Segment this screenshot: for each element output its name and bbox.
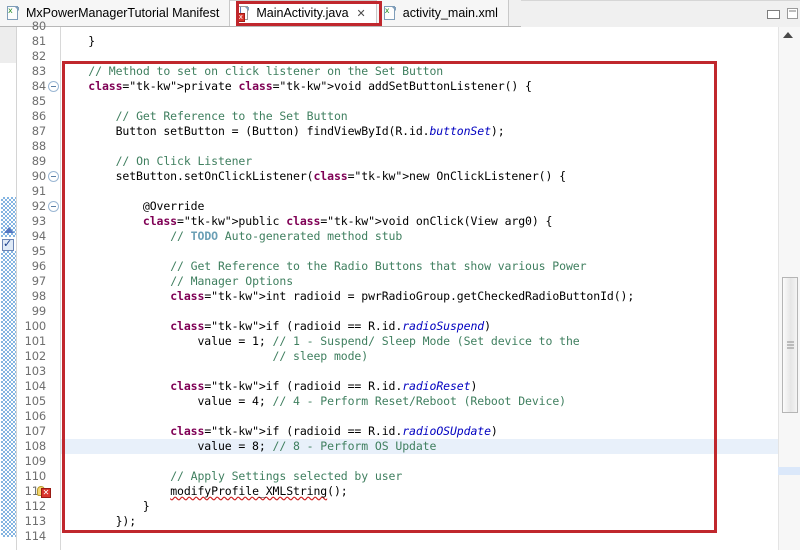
line-number: 101 bbox=[25, 334, 46, 349]
line-number: 106 bbox=[25, 409, 46, 424]
line-number: 83 bbox=[32, 64, 46, 79]
tab-activity-main-label: activity_main.xml bbox=[403, 7, 498, 20]
line-number: 96 bbox=[32, 259, 46, 274]
code-line[interactable]: @Override bbox=[61, 199, 204, 214]
line-number: 93 bbox=[32, 214, 46, 229]
line-number: 88 bbox=[32, 139, 46, 154]
line-number: 100 bbox=[25, 319, 46, 334]
code-line[interactable]: // Get Reference to the Set Button bbox=[61, 109, 348, 124]
line-number: 85 bbox=[32, 94, 46, 109]
line-number: 97 bbox=[32, 274, 46, 289]
overview-ruler-highlight-mark[interactable] bbox=[778, 467, 800, 475]
code-line[interactable]: class="tk-kw">public class="tk-kw">void … bbox=[61, 214, 552, 229]
code-line[interactable]: class="tk-kw">private class="tk-kw">void… bbox=[61, 79, 532, 94]
quick-diff-triangle-icon[interactable] bbox=[1, 223, 16, 237]
ruler-occurrence-band bbox=[1, 511, 16, 537]
code-line[interactable]: class="tk-kw">if (radioid == R.id.radioO… bbox=[61, 424, 498, 439]
line-number: 84 bbox=[32, 79, 46, 94]
error-x-icon: ✕ bbox=[41, 488, 51, 498]
error-marker-icon[interactable]: ✕ bbox=[37, 485, 53, 499]
code-line[interactable]: // Method to set on click listener on th… bbox=[61, 64, 443, 79]
code-line[interactable]: value = 8; // 8 - Perform OS Update bbox=[61, 439, 436, 454]
tab-manifest-label: MxPowerManagerTutorial Manifest bbox=[26, 7, 219, 20]
code-line[interactable]: class="tk-kw">if (radioid == R.id.radioR… bbox=[61, 379, 477, 394]
line-number: 87 bbox=[32, 124, 46, 139]
code-line[interactable]: value = 1; // 1 - Suspend/ Sleep Mode (S… bbox=[61, 334, 580, 349]
editor-tab-bar: x MxPowerManagerTutorial Manifest J x Ma… bbox=[0, 0, 800, 27]
code-line[interactable]: class="tk-kw">int radioid = pwrRadioGrou… bbox=[61, 289, 634, 304]
code-line[interactable]: // On Click Listener bbox=[61, 154, 252, 169]
line-number: 107 bbox=[25, 424, 46, 439]
scrollbar-grip-icon bbox=[787, 342, 794, 349]
vertical-scrollbar[interactable] bbox=[778, 27, 800, 550]
fold-collapse-icon[interactable] bbox=[48, 201, 59, 212]
maximize-icon[interactable] bbox=[787, 8, 798, 19]
line-number: 91 bbox=[32, 184, 46, 199]
annotation-ruler[interactable]: ✓ bbox=[0, 27, 17, 550]
tab-strip: x MxPowerManagerTutorial Manifest J x Ma… bbox=[0, 0, 509, 26]
window-controls bbox=[767, 0, 800, 26]
code-line[interactable]: // Get Reference to the Radio Buttons th… bbox=[61, 259, 586, 274]
line-number: 81 bbox=[32, 34, 46, 49]
line-number: 89 bbox=[32, 154, 46, 169]
line-number: 112 bbox=[25, 499, 46, 514]
code-line[interactable]: // TODO Auto-generated method stub bbox=[61, 229, 402, 244]
line-number: 94 bbox=[32, 229, 46, 244]
line-number: 86 bbox=[32, 109, 46, 124]
tab-mainactivity-java[interactable]: J x MainActivity.java ✕ bbox=[230, 0, 376, 26]
line-number: 99 bbox=[32, 304, 46, 319]
xml-file-icon: x bbox=[7, 6, 20, 21]
code-text-area[interactable]: } // Method to set on click listener on … bbox=[61, 27, 778, 550]
line-number: 114 bbox=[25, 529, 46, 544]
scrollbar-thumb[interactable] bbox=[782, 277, 798, 413]
line-number-ruler: 8081828384858687888990919293949596979899… bbox=[17, 27, 61, 550]
line-number: 82 bbox=[32, 49, 46, 64]
ruler-top-spacer bbox=[0, 27, 16, 63]
code-line[interactable]: Button setButton = (Button) findViewById… bbox=[61, 124, 505, 139]
code-line[interactable]: class="tk-kw">if (radioid == R.id.radioS… bbox=[61, 319, 491, 334]
code-line[interactable]: modifyProfile_XMLString(); bbox=[61, 484, 348, 499]
line-number: 90 bbox=[32, 169, 46, 184]
line-number: 98 bbox=[32, 289, 46, 304]
eclipse-editor-window: x MxPowerManagerTutorial Manifest J x Ma… bbox=[0, 0, 800, 550]
code-line[interactable]: // Manager Options bbox=[61, 274, 293, 289]
line-number: 105 bbox=[25, 394, 46, 409]
java-code-editor[interactable]: ✓ 80818283848586878889909192939495969798… bbox=[0, 27, 800, 550]
task-checkbox-icon[interactable]: ✓ bbox=[1, 238, 16, 252]
line-number: 113 bbox=[25, 514, 46, 529]
code-line[interactable]: } bbox=[61, 499, 150, 514]
ruler-occurrence-band bbox=[1, 251, 16, 511]
line-number: 95 bbox=[32, 244, 46, 259]
line-number: 103 bbox=[25, 364, 46, 379]
code-line[interactable]: // Apply Settings selected by user bbox=[61, 469, 402, 484]
tab-activity-main-xml[interactable]: x activity_main.xml bbox=[377, 0, 509, 26]
code-line[interactable]: }); bbox=[61, 514, 136, 529]
tab-mainactivity-label: MainActivity.java bbox=[256, 7, 348, 20]
line-number: 80 bbox=[32, 19, 46, 34]
line-number: 108 bbox=[25, 439, 46, 454]
line-number: 109 bbox=[25, 454, 46, 469]
code-line[interactable]: // sleep mode) bbox=[61, 349, 368, 364]
tab-bar-empty-area bbox=[521, 0, 800, 27]
scroll-up-arrow-icon[interactable] bbox=[783, 32, 793, 38]
line-number: 92 bbox=[32, 199, 46, 214]
minimize-icon[interactable] bbox=[767, 10, 780, 19]
line-number: 110 bbox=[25, 469, 46, 484]
line-number: 102 bbox=[25, 349, 46, 364]
fold-collapse-icon[interactable] bbox=[48, 81, 59, 92]
close-icon[interactable]: ✕ bbox=[357, 8, 366, 19]
xml-file-icon: x bbox=[384, 6, 397, 21]
java-file-error-icon: J x bbox=[237, 6, 250, 21]
code-line[interactable]: } bbox=[61, 34, 95, 49]
fold-collapse-icon[interactable] bbox=[48, 171, 59, 182]
code-line[interactable]: value = 4; // 4 - Perform Reset/Reboot (… bbox=[61, 394, 566, 409]
line-number: 104 bbox=[25, 379, 46, 394]
code-line[interactable]: setButton.setOnClickListener(class="tk-k… bbox=[61, 169, 566, 184]
